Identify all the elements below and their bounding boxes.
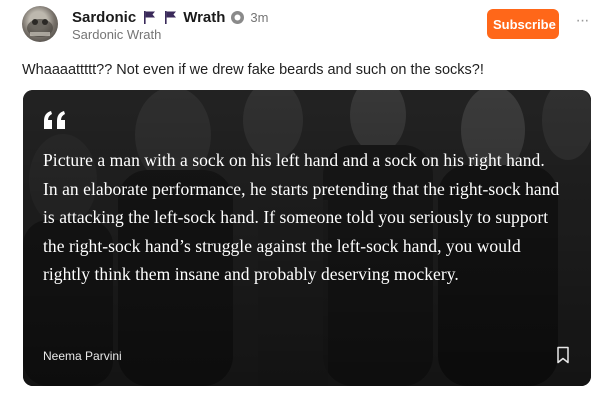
author-line: Sardonic Wrath 3m — [72, 8, 268, 26]
subscribe-button[interactable]: Subscribe — [487, 9, 559, 39]
verified-icon — [231, 10, 245, 24]
publication-name[interactable]: Wrath — [183, 9, 225, 26]
avatar[interactable] — [22, 6, 58, 42]
bookmark-icon[interactable] — [556, 346, 570, 364]
author-handle[interactable]: Sardonic Wrath — [72, 27, 161, 42]
flag-icon — [165, 10, 177, 24]
quote-mark-icon — [44, 111, 65, 129]
quote-card[interactable]: Picture a man with a sock on his left ha… — [23, 90, 591, 386]
more-options-icon[interactable]: ··· — [573, 12, 591, 30]
quote-text: Picture a man with a sock on his left ha… — [43, 150, 560, 284]
timestamp[interactable]: 3m — [250, 10, 268, 25]
post-header: Sardonic Wrath 3m Sardonic Wrath Subscri… — [22, 6, 592, 46]
post-body: Whaaaattttt?? Not even if we drew fake b… — [22, 62, 484, 78]
author-name[interactable]: Sardonic — [72, 9, 136, 26]
flag-icon — [144, 10, 156, 24]
quote-author: Neema Parvini — [43, 349, 122, 363]
